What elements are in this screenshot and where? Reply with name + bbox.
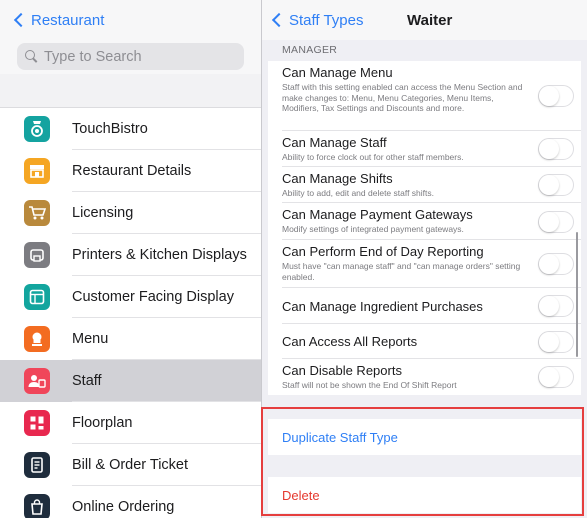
sidebar-item-customer-facing-display[interactable]: Customer Facing Display <box>0 276 261 318</box>
can-manage-ingredient-purchases-toggle[interactable] <box>538 295 574 317</box>
setting-row-can-perform-end-of-day-reporting: Can Perform End of Day Reporting Must ha… <box>268 240 581 288</box>
setting-subtitle: Modify settings of integrated payment ga… <box>282 224 464 234</box>
can-perform-end-of-day-reporting-toggle[interactable] <box>538 253 574 275</box>
search-input[interactable]: Type to Search <box>17 43 244 70</box>
sidebar-item-label: TouchBistro <box>72 121 148 137</box>
ticket-icon <box>24 452 50 478</box>
setting-row-can-access-all-reports: Can Access All Reports <box>268 324 581 359</box>
sidebar-item-printers[interactable]: Printers & Kitchen Displays <box>0 234 261 276</box>
duplicate-staff-type-button[interactable]: Duplicate Staff Type <box>268 419 581 455</box>
sidebar: Restaurant Type to Search TouchBistro Re… <box>0 0 262 518</box>
sidebar-item-restaurant-details[interactable]: Restaurant Details <box>0 150 261 192</box>
setting-title: Can Manage Payment Gateways <box>282 207 473 222</box>
printer-icon <box>24 242 50 268</box>
sidebar-item-label: Printers & Kitchen Displays <box>72 247 247 263</box>
setting-title: Can Manage Staff <box>282 135 387 150</box>
setting-title: Can Perform End of Day Reporting <box>282 244 484 259</box>
back-to-staff-types-button[interactable]: Staff Types <box>271 11 364 29</box>
setting-title: Can Manage Shifts <box>282 171 393 186</box>
sidebar-item-label: Customer Facing Display <box>72 289 234 305</box>
sidebar-item-label: Menu <box>72 331 109 347</box>
setting-row-can-manage-menu: Can Manage Menu Staff with this setting … <box>268 61 581 131</box>
setting-row-can-manage-staff: Can Manage Staff Ability to force clock … <box>268 131 581 167</box>
setting-row-can-manage-payment-gateways: Can Manage Payment Gateways Modify setti… <box>268 203 581 240</box>
sidebar-item-licensing[interactable]: Licensing <box>0 192 261 234</box>
sidebar-item-label: Bill & Order Ticket <box>72 457 189 473</box>
sidebar-header: Restaurant <box>0 0 261 40</box>
can-disable-reports-toggle[interactable] <box>538 366 574 388</box>
sidebar-item-online-ordering[interactable]: Online Ordering <box>0 486 261 518</box>
page-title: Waiter <box>407 11 453 29</box>
back-label: Staff Types <box>289 11 364 29</box>
can-manage-payment-gateways-toggle[interactable] <box>538 210 574 233</box>
sidebar-item-menu[interactable]: Menu <box>0 318 261 360</box>
sidebar-item-staff[interactable]: Staff <box>0 360 261 402</box>
setting-subtitle: Staff with this setting enabled can acce… <box>282 82 523 113</box>
setting-row-can-manage-shifts: Can Manage Shifts Ability to add, edit a… <box>268 167 581 203</box>
sidebar-list: TouchBistro Restaurant Details Licensing… <box>0 108 261 518</box>
setting-title: Can Access All Reports <box>282 334 418 349</box>
manager-settings-list: Can Manage Menu Staff with this setting … <box>268 61 581 395</box>
sidebar-item-label: Floorplan <box>72 415 133 431</box>
setting-subtitle: Staff will not be shown the End Of Shift… <box>282 380 457 390</box>
search-placeholder: Type to Search <box>44 48 142 65</box>
chevron-left-icon <box>271 12 287 28</box>
setting-title: Can Manage Ingredient Purchases <box>282 298 483 314</box>
shopping-bag-icon <box>24 494 50 518</box>
storefront-icon <box>24 158 50 184</box>
setting-title: Can Disable Reports <box>282 363 402 378</box>
chevron-left-icon <box>13 12 29 28</box>
cart-icon <box>24 200 50 226</box>
staff-icon <box>24 368 50 394</box>
detail-pane: Staff Types Waiter MANAGER Can Manage Me… <box>262 0 587 518</box>
touchbistro-icon <box>24 116 50 142</box>
search-icon <box>25 50 38 63</box>
sidebar-item-label: Restaurant Details <box>72 163 192 179</box>
scrollbar[interactable] <box>576 232 578 357</box>
setting-row-can-manage-ingredient-purchases: Can Manage Ingredient Purchases <box>268 288 581 324</box>
setting-subtitle: Ability to add, edit and delete staff sh… <box>282 188 434 198</box>
display-icon <box>24 284 50 310</box>
can-manage-shifts-toggle[interactable] <box>538 174 574 196</box>
section-header-manager: MANAGER <box>282 44 338 56</box>
setting-row-can-disable-reports: Can Disable Reports Staff will not be sh… <box>268 359 581 395</box>
search-container: Type to Search <box>0 40 261 74</box>
setting-subtitle: Must have "can manage staff" and "can ma… <box>282 261 521 282</box>
can-manage-menu-toggle[interactable] <box>538 85 574 107</box>
sidebar-item-label: Staff <box>72 373 102 389</box>
sidebar-item-floorplan[interactable]: Floorplan <box>0 402 261 444</box>
setting-title: Can Manage Menu <box>282 65 393 80</box>
sidebar-item-bill-order-ticket[interactable]: Bill & Order Ticket <box>0 444 261 486</box>
sidebar-item-touchbistro[interactable]: TouchBistro <box>0 108 261 150</box>
can-manage-staff-toggle[interactable] <box>538 138 574 160</box>
chef-hat-icon <box>24 326 50 352</box>
sidebar-spacer <box>0 74 261 108</box>
sidebar-item-label: Licensing <box>72 205 134 221</box>
setting-subtitle: Ability to force clock out for other sta… <box>282 152 464 162</box>
delete-button[interactable]: Delete <box>268 477 581 513</box>
back-to-restaurant-button[interactable]: Restaurant <box>13 11 105 29</box>
can-access-all-reports-toggle[interactable] <box>538 330 574 353</box>
detail-header: Staff Types Waiter <box>262 0 587 40</box>
floorplan-icon <box>24 410 50 436</box>
sidebar-item-label: Online Ordering <box>72 499 175 515</box>
back-label: Restaurant <box>31 11 105 29</box>
